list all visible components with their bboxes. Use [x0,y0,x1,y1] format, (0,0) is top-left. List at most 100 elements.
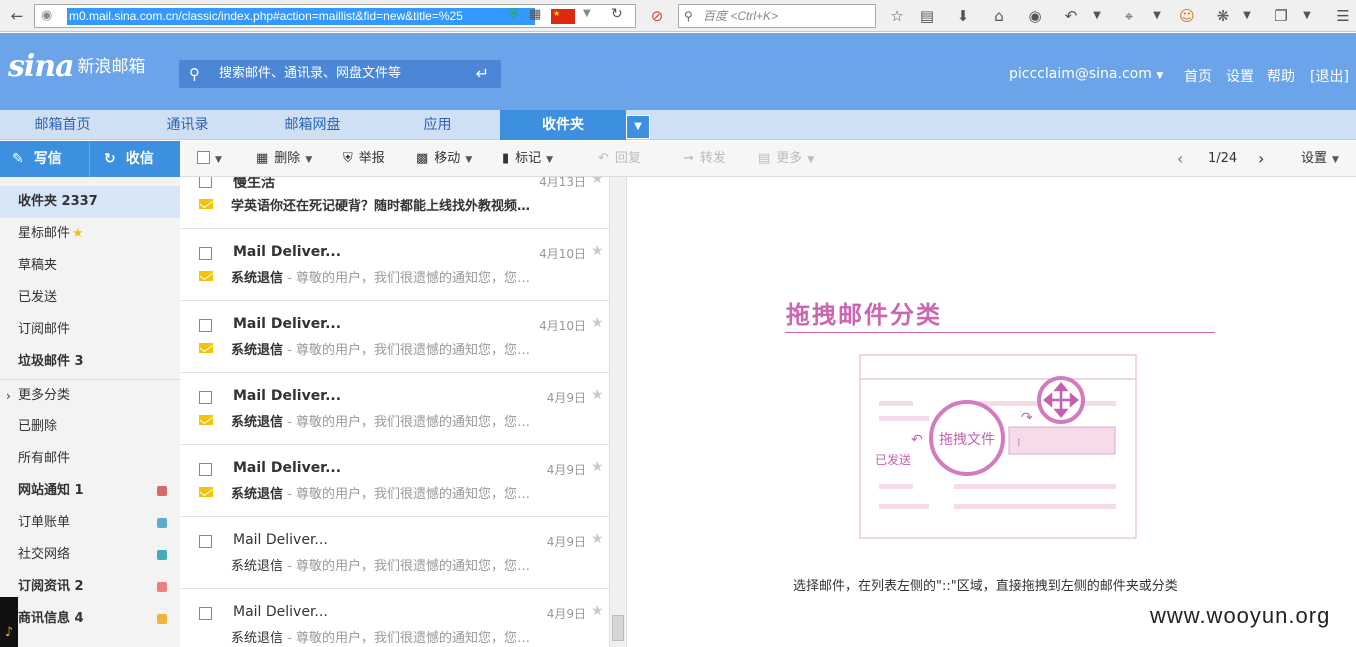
star-icon: ★ [72,226,84,241]
prev-page-icon[interactable]: ‹ [1177,141,1183,177]
search-icon: ⚲ [189,65,200,83]
chevron-down-icon: ▼ [807,155,815,165]
reply-label: 回复 [614,151,641,166]
next-page-icon[interactable]: › [1258,141,1264,177]
report-button[interactable]: ⛨ 举报 [343,141,385,177]
mail-list-scrollbar[interactable] [610,177,627,647]
drag-file-label: 拖拽文件 [939,432,995,448]
reload-icon[interactable]: ↻ [611,6,623,22]
mail-checkbox[interactable] [199,177,212,188]
bug-icon[interactable]: ❋ [1212,5,1234,27]
menu-icon[interactable]: ☰ [1332,5,1354,27]
list-item[interactable]: 慢生活 4月13日 ★ 学英语你还在死记硬背？随时都能上线找外教视频… [180,177,609,229]
mail-checkbox[interactable] [199,535,212,548]
sina-logo[interactable]: sina 新浪邮箱 [8,49,158,89]
pages-dropdown-icon[interactable]: ▼ [1296,5,1318,27]
sidebar-item-drafts[interactable]: 草稿夹 [0,250,180,282]
list-item[interactable]: Mail Deliver... 4月9日 ★ 系统退信 - 尊敬的用户，我们很遗… [180,517,609,589]
tab-mail-home[interactable]: 邮箱首页 [0,110,125,140]
sidebar-item-news[interactable]: 订阅资讯 2 [0,571,180,603]
browser-search-input[interactable]: ⚲ 百度 <Ctrl+K> [678,4,876,28]
settings-link[interactable]: 设置 [1226,66,1254,86]
help-link[interactable]: 帮助 [1267,66,1295,86]
pages-icon[interactable]: ❐ [1270,5,1292,27]
settings-button[interactable]: 设置 ▼ [1301,141,1339,177]
scrollbar-thumb[interactable] [612,615,624,641]
mail-date: 4月10日 [539,247,586,261]
crop-dropdown-icon[interactable]: ▼ [1146,5,1168,27]
star-icon[interactable]: ★ [591,387,604,403]
delete-button[interactable]: ▦ 删除 ▼ [256,141,312,177]
home-icon[interactable]: ⌂ [988,5,1010,27]
mail-checkbox[interactable] [199,391,212,404]
sidebar-item-inbox[interactable]: 收件夹 2337 [0,186,180,218]
select-all-checkbox[interactable]: ▼ [197,141,222,177]
sidebar-item-sent[interactable]: 已发送 [0,282,180,314]
tab-dropdown-icon[interactable]: ▼ [626,115,650,139]
more-button[interactable]: ▤ 更多 ▼ [758,141,814,177]
move-button[interactable]: ▩ 移动 ▼ [416,141,472,177]
category-color-dot [157,518,167,528]
forward-button[interactable]: ➞ 转发 [683,141,726,177]
bug-dropdown-icon[interactable]: ▼ [1236,5,1258,27]
star-icon[interactable]: ★ [591,315,604,331]
logout-link[interactable]: [退出] [1310,66,1349,86]
star-icon[interactable]: ★ [591,459,604,475]
chevron-right-icon: › [6,389,11,403]
reply-button[interactable]: ↶ 回复 [598,141,641,177]
mail-search-input[interactable]: ⚲ 搜索邮件、通讯录、网盘文件等 ↵ [179,60,501,88]
extension-icon[interactable]: ☺ [1176,5,1198,27]
star-icon[interactable]: ★ [591,531,604,547]
back-icon[interactable]: ← [6,5,28,27]
sidebar-item-starred[interactable]: 星标邮件 ★ [0,218,180,250]
download-icon[interactable]: ⬇ [952,5,974,27]
receive-button[interactable]: ↻ 收信 [104,141,154,177]
sidebar-item-more-categories[interactable]: › 更多分类 [0,380,180,412]
mail-checkbox[interactable] [199,247,212,260]
envelope-icon [199,343,213,353]
sidebar-item-business[interactable]: 商讯信息 4 [0,603,180,635]
compose-button[interactable]: ✎ 写信 [12,141,62,177]
list-item[interactable]: Mail Deliver... 4月9日 ★ 系统退信 - 尊敬的用户，我们很遗… [180,589,609,647]
mark-button[interactable]: ▮ 标记 ▼ [502,141,553,177]
mail-sender: Mail Deliver... [233,244,342,260]
star-icon[interactable]: ★ [591,177,604,187]
category-color-dot [157,582,167,592]
block-icon[interactable]: ⊘ [646,5,668,27]
tab-apps[interactable]: 应用 [375,110,500,140]
crop-icon[interactable]: ⌖ [1118,5,1140,27]
sidebar-item-site-notices[interactable]: 网站通知 1 [0,475,180,507]
star-icon[interactable]: ★ [591,603,604,619]
mail-checkbox[interactable] [199,463,212,476]
sidebar-item-deleted[interactable]: 已删除 [0,411,180,443]
list-item[interactable]: Mail Deliver... 4月10日 ★ 系统退信 - 尊敬的用户，我们很… [180,229,609,301]
tab-contacts[interactable]: 通讯录 [125,110,250,140]
mail-checkbox[interactable] [199,607,212,620]
list-item[interactable]: Mail Deliver... 4月10日 ★ 系统退信 - 尊敬的用户，我们很… [180,301,609,373]
tab-netdisk[interactable]: 邮箱网盘 [250,110,375,140]
star-icon[interactable]: ☆ [886,5,908,27]
shield-icon[interactable]: ⛨ [509,7,519,22]
list-item[interactable]: Mail Deliver... 4月9日 ★ 系统退信 - 尊敬的用户，我们很遗… [180,373,609,445]
list-item[interactable]: Mail Deliver... 4月9日 ★ 系统退信 - 尊敬的用户，我们很遗… [180,445,609,517]
mail-checkbox[interactable] [199,319,212,332]
dropdown-icon[interactable]: ▼ [583,8,591,19]
sidebar-item-social[interactable]: 社交网络 [0,539,180,571]
reading-list-icon[interactable]: ▤ [916,5,938,27]
sidebar-item-all-mail[interactable]: 所有邮件 [0,443,180,475]
subject-text: 系统退信 [231,343,284,358]
user-menu[interactable]: piccclaim@sina.com ▼ [1009,66,1163,82]
sidebar-item-orders[interactable]: 订单账单 [0,507,180,539]
qr-code-icon[interactable]: ▦ [529,7,541,22]
home-link[interactable]: 首页 [1184,66,1212,86]
url-bar[interactable]: ◉ m0.mail.sina.com.cn/classic/index.php#… [34,4,636,28]
tab-inbox[interactable]: 收件夹 [500,110,626,140]
sidebar-item-spam[interactable]: 垃圾邮件 3 [0,346,180,378]
chat-icon[interactable]: ◉ [1024,5,1046,27]
sidebar-item-subscriptions[interactable]: 订阅邮件 [0,314,180,346]
music-note-icon[interactable]: ♪ [0,597,18,647]
enter-icon[interactable]: ↵ [476,60,489,88]
star-icon[interactable]: ★ [591,243,604,259]
undo-icon[interactable]: ↶ [1060,5,1082,27]
undo-dropdown-icon[interactable]: ▼ [1086,5,1108,27]
